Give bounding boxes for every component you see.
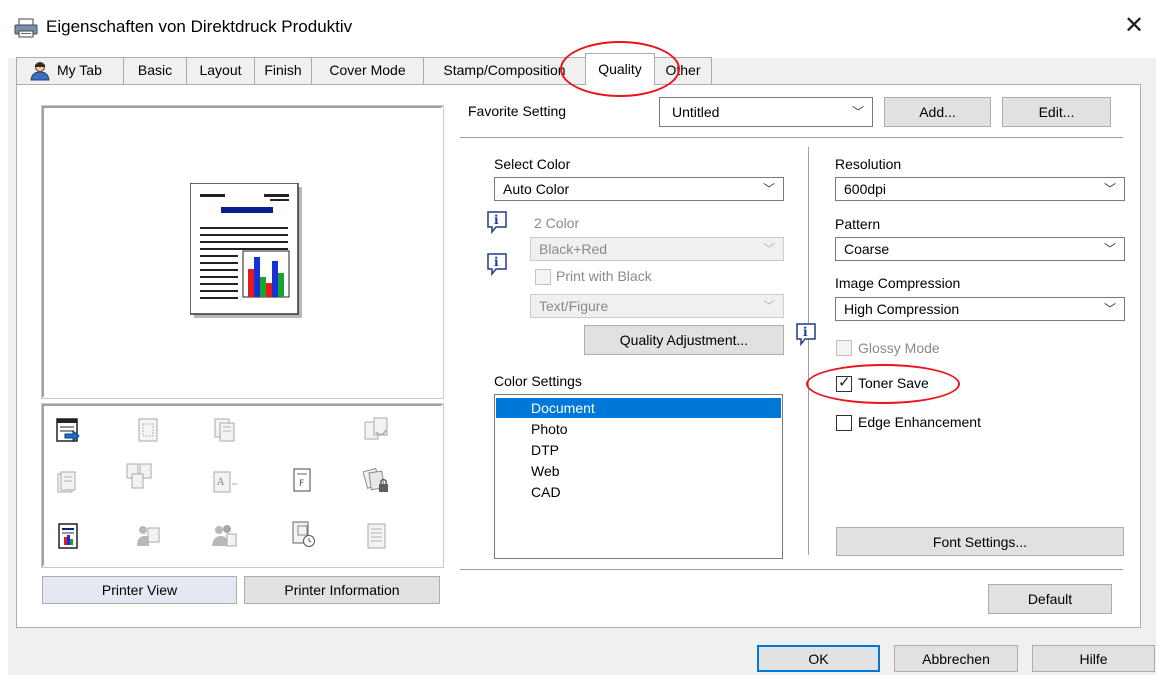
pattern-dropdown[interactable]: Coarse ﹀ bbox=[835, 237, 1125, 261]
quality-adjustment-button[interactable]: Quality Adjustment... bbox=[584, 325, 784, 355]
schedule-print-icon[interactable] bbox=[289, 520, 317, 548]
toner-save-checkbox[interactable]: ✓ bbox=[836, 374, 852, 392]
glossy-mode-label: Glossy Mode bbox=[858, 340, 940, 356]
image-compression-value: High Compression bbox=[844, 301, 960, 317]
info-icon[interactable]: i bbox=[486, 252, 508, 276]
user-icon bbox=[30, 62, 50, 81]
resolution-dropdown[interactable]: 600dpi ﹀ bbox=[835, 177, 1125, 201]
tab-cover-mode[interactable]: Cover Mode bbox=[311, 57, 424, 84]
pattern-label: Pattern bbox=[835, 216, 881, 232]
text-figure-dropdown[interactable]: Text/Figure ﹀ bbox=[530, 294, 784, 318]
list-item[interactable]: Document bbox=[496, 398, 781, 418]
favorite-setting-value: Untitled bbox=[672, 104, 720, 120]
resolution-label: Resolution bbox=[835, 156, 902, 172]
chevron-down-icon: ﹀ bbox=[762, 182, 775, 196]
edge-enhancement-label: Edge Enhancement bbox=[858, 414, 981, 430]
svg-text:i: i bbox=[494, 255, 499, 269]
list-item[interactable]: CAD bbox=[496, 482, 781, 502]
default-button[interactable]: Default bbox=[988, 584, 1112, 614]
checkmark-icon: ✓ bbox=[838, 374, 851, 391]
list-item[interactable]: Web bbox=[496, 461, 781, 481]
tab-quality[interactable]: Quality bbox=[585, 53, 655, 85]
user-group-icon[interactable] bbox=[210, 522, 238, 550]
pattern-value: Coarse bbox=[844, 241, 890, 257]
svg-text:i: i bbox=[494, 213, 499, 227]
chevron-down-icon: ﹀ bbox=[1103, 302, 1116, 316]
select-color-value: Auto Color bbox=[503, 181, 570, 197]
stack-pages-icon[interactable] bbox=[55, 469, 83, 497]
tab-layout[interactable]: Layout bbox=[186, 57, 255, 84]
text-figure-value: Text/Figure bbox=[539, 298, 609, 314]
info-icon[interactable]: i bbox=[795, 322, 817, 346]
rotate-page-icon[interactable] bbox=[362, 416, 390, 444]
text-page-icon[interactable]: A bbox=[211, 469, 239, 497]
print-with-black-label: Print with Black bbox=[556, 268, 652, 284]
select-color-dropdown[interactable]: Auto Color ﹀ bbox=[494, 177, 784, 201]
svg-text:A: A bbox=[216, 477, 225, 488]
list-item[interactable]: Photo bbox=[496, 419, 781, 439]
person-with-document-icon[interactable] bbox=[135, 522, 163, 550]
page-preview-icon bbox=[190, 183, 302, 318]
divider bbox=[460, 137, 1123, 138]
tab-basic[interactable]: Basic bbox=[123, 57, 187, 84]
quality-page-icon[interactable] bbox=[55, 522, 83, 550]
printer-view-button[interactable]: Printer View bbox=[42, 576, 237, 604]
ok-button[interactable]: OK bbox=[757, 645, 880, 672]
edit-favorite-button[interactable]: Edit... bbox=[1002, 97, 1111, 127]
divider bbox=[460, 569, 1123, 570]
info-icon[interactable]: i bbox=[486, 210, 508, 234]
tab-finish[interactable]: Finish bbox=[254, 57, 312, 84]
copy-pages-icon[interactable] bbox=[211, 416, 239, 444]
font-settings-button[interactable]: Font Settings... bbox=[836, 527, 1124, 556]
color-settings-label: Color Settings bbox=[494, 373, 582, 389]
printer-icon bbox=[14, 18, 38, 38]
favorite-setting-select[interactable]: Untitled ﹀ bbox=[659, 97, 873, 127]
print-dialog-icon[interactable] bbox=[55, 416, 83, 444]
close-icon[interactable]: ✕ bbox=[1124, 14, 1144, 38]
add-favorite-button[interactable]: Add... bbox=[884, 97, 991, 127]
select-color-label: Select Color bbox=[494, 156, 571, 172]
tab-stamp-composition[interactable]: Stamp/Composition bbox=[423, 57, 586, 84]
tab-other[interactable]: Other bbox=[654, 57, 712, 84]
secure-print-icon[interactable] bbox=[362, 467, 390, 495]
toner-save-label: Toner Save bbox=[858, 375, 929, 391]
chevron-down-icon: ﹀ bbox=[1103, 242, 1116, 256]
two-color-dropdown[interactable]: Black+Red ﹀ bbox=[530, 237, 784, 261]
two-color-value: Black+Red bbox=[539, 241, 608, 257]
svg-text:F: F bbox=[299, 479, 304, 489]
image-compression-dropdown[interactable]: High Compression ﹀ bbox=[835, 297, 1125, 321]
edge-enhancement-checkbox[interactable] bbox=[836, 415, 852, 431]
two-color-label: 2 Color bbox=[534, 215, 580, 231]
print-with-black-checkbox[interactable] bbox=[535, 269, 551, 285]
multi-page-layout-icon[interactable] bbox=[125, 462, 153, 490]
chevron-down-icon: ﹀ bbox=[1103, 182, 1116, 196]
resolution-value: 600dpi bbox=[844, 181, 887, 197]
favorite-setting-label: Favorite Setting bbox=[468, 103, 567, 119]
page-center-icon[interactable] bbox=[134, 416, 162, 444]
chevron-down-icon: ﹀ bbox=[762, 299, 775, 313]
glossy-mode-checkbox[interactable] bbox=[836, 340, 852, 356]
chevron-down-icon: ﹀ bbox=[762, 242, 775, 256]
list-item[interactable]: DTP bbox=[496, 440, 781, 460]
svg-text:i: i bbox=[803, 325, 808, 339]
window-title: Eigenschaften von Direktdruck Produktiv bbox=[46, 17, 353, 36]
document-lines-icon[interactable] bbox=[363, 522, 391, 550]
watermark-icon[interactable]: F bbox=[289, 467, 317, 495]
help-button[interactable]: Hilfe bbox=[1032, 645, 1155, 672]
chevron-down-icon: ﹀ bbox=[851, 105, 864, 119]
printer-information-button[interactable]: Printer Information bbox=[244, 576, 440, 604]
tab-label: My Tab bbox=[57, 62, 102, 78]
cancel-button[interactable]: Abbrechen bbox=[894, 645, 1018, 672]
color-settings-list[interactable]: Document Photo DTP Web CAD bbox=[494, 394, 783, 559]
image-compression-label: Image Compression bbox=[835, 275, 961, 291]
tab-my-tab[interactable]: My Tab bbox=[16, 57, 124, 84]
column-divider bbox=[808, 147, 809, 555]
